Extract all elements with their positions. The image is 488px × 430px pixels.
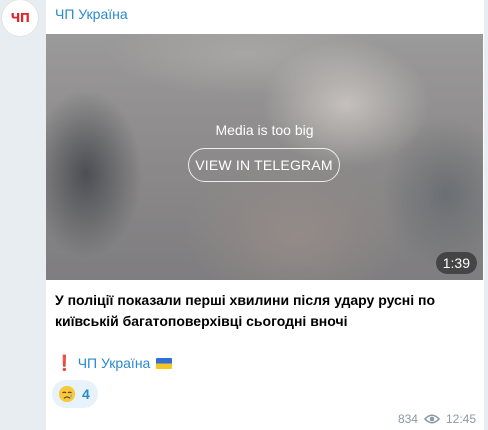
views-count: 834 bbox=[397, 412, 418, 426]
channel-name[interactable]: ЧП Україна bbox=[55, 6, 128, 22]
message-bubble: ЧП Україна Media is too big VIEW IN TELE… bbox=[46, 0, 484, 430]
video-preview[interactable]: Media is too big VIEW IN TELEGRAM 1:39 bbox=[46, 34, 483, 280]
channel-avatar[interactable]: ЧП bbox=[2, 0, 38, 36]
video-duration-badge: 1:39 bbox=[435, 252, 477, 274]
ukraine-flag-icon bbox=[156, 357, 173, 369]
view-in-telegram-button[interactable]: VIEW IN TELEGRAM bbox=[188, 148, 340, 182]
reaction-crying[interactable]: 4 bbox=[52, 380, 98, 408]
channel-signature-link[interactable]: ЧП Україна bbox=[78, 355, 151, 371]
message-footer: 834 12:45 bbox=[398, 412, 476, 426]
eye-icon bbox=[423, 414, 440, 424]
media-too-big-notice: Media is too big bbox=[215, 122, 314, 138]
red-exclamation-icon: ❗ bbox=[55, 355, 74, 372]
post-caption: У поліції показали перші хвилини після у… bbox=[55, 292, 436, 329]
channel-avatar-logo: ЧП bbox=[10, 11, 30, 25]
reaction-count: 4 bbox=[82, 386, 90, 402]
message-time: 12:45 bbox=[445, 412, 476, 426]
crying-face-icon bbox=[58, 385, 76, 403]
post-signature: ❗ ЧП Україна bbox=[55, 354, 173, 372]
